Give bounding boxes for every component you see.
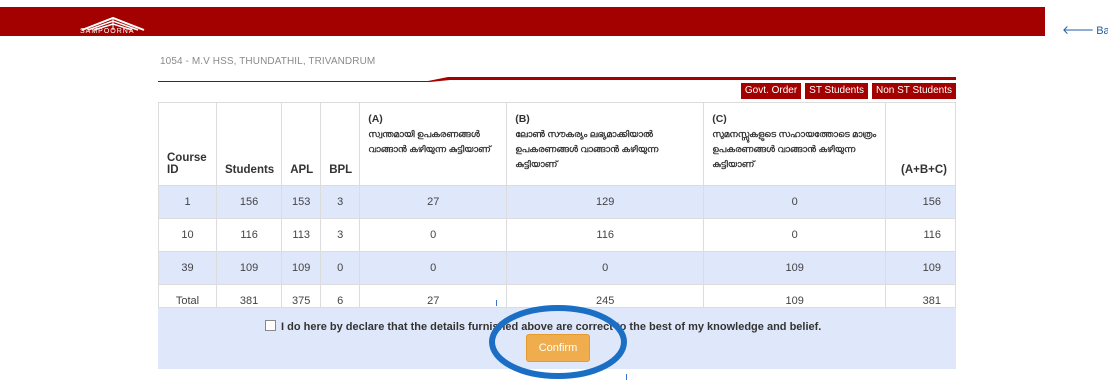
declaration-panel: I do here by declare that the details fu…: [158, 307, 956, 369]
cell-bpl: 0: [320, 251, 361, 285]
cell-students: 116: [215, 218, 283, 252]
cell-b: 129: [506, 185, 705, 219]
annotation-tick: [626, 374, 627, 380]
sampoorna-book-icon: [81, 16, 145, 31]
non-st-students-button[interactable]: Non ST Students: [872, 83, 956, 99]
cell-a: 27: [359, 185, 508, 219]
st-students-button[interactable]: ST Students: [805, 83, 869, 99]
col-apl: APL: [281, 102, 322, 186]
cell-c: 109: [703, 251, 887, 285]
school-name: 1054 - M.V HSS, THUNDATHIL, TRIVANDRUM: [160, 56, 376, 67]
cell-apl: 153: [281, 185, 322, 219]
declaration-checkbox[interactable]: [265, 320, 276, 331]
declaration-line: I do here by declare that the details fu…: [265, 320, 821, 333]
back-link[interactable]: 🡐Back: [1062, 22, 1108, 37]
cell-b: 0: [506, 251, 705, 285]
col-c: (C) സുമനസ്സുകളുടെ സഹായത്തോടെ മാത്രം ഉപകര…: [703, 102, 887, 186]
col-c-text: സുമനസ്സുകളുടെ സഹായത്തോടെ മാത്രം ഉപകരണങ്ങ…: [712, 129, 877, 169]
col-a: (A) സ്വന്തമായി ഉപകരണങ്ങൾ വാങ്ങാൻ കഴിയുന്…: [359, 102, 508, 186]
title-divider: [158, 77, 956, 82]
tab-buttons: Govt. Order ST Students Non ST Students: [740, 83, 956, 99]
back-label: Back: [1096, 25, 1108, 37]
cell-bpl: 3: [320, 185, 361, 219]
cell-students: 109: [215, 251, 283, 285]
col-b-text: ലോൺ സൗകര്യം ലഭ്യമാക്കിയാൽ ഉപകരണങ്ങൾ വാങ്…: [515, 129, 659, 169]
arrow-left-icon: 🡐: [1062, 23, 1095, 37]
confirm-button[interactable]: Confirm: [526, 334, 590, 362]
cell-abc: 156: [885, 185, 956, 219]
table-header-row: Course ID Students APL BPL (A) സ്വന്തമായ…: [158, 102, 956, 186]
col-c-head: (C): [712, 113, 727, 125]
cell-a: 0: [359, 251, 508, 285]
col-course-id: Course ID: [158, 102, 217, 186]
col-bpl: BPL: [320, 102, 361, 186]
table-row: 1 156 153 3 27 129 0 156: [158, 185, 956, 219]
cell-a: 0: [359, 218, 508, 252]
top-header-bar: SAMPOORNA: [0, 7, 1045, 36]
annotation-tick: [496, 300, 497, 306]
col-abc: (A+B+C): [885, 102, 956, 186]
cell-apl: 113: [281, 218, 322, 252]
table-row: 10 116 113 3 0 116 0 116: [158, 218, 956, 252]
declaration-text: I do here by declare that the details fu…: [281, 321, 822, 333]
col-a-text: സ്വന്തമായി ഉപകരണങ്ങൾ വാങ്ങാൻ കഴിയുന്ന കു…: [368, 129, 491, 154]
students-table: Course ID Students APL BPL (A) സ്വന്തമായ…: [158, 102, 956, 318]
cell-abc: 116: [885, 218, 956, 252]
cell-course-id: 10: [158, 218, 217, 252]
cell-course-id: 39: [158, 251, 217, 285]
cell-c: 0: [703, 185, 887, 219]
table-row: 39 109 109 0 0 0 109 109: [158, 251, 956, 285]
cell-bpl: 3: [320, 218, 361, 252]
col-students: Students: [215, 102, 283, 186]
col-b: (B) ലോൺ സൗകര്യം ലഭ്യമാക്കിയാൽ ഉപകരണങ്ങൾ …: [506, 102, 705, 186]
logo-text: SAMPOORNA: [80, 28, 135, 35]
cell-abc: 109: [885, 251, 956, 285]
cell-b: 116: [506, 218, 705, 252]
cell-course-id: 1: [158, 185, 217, 219]
col-b-head: (B): [515, 113, 530, 125]
cell-c: 0: [703, 218, 887, 252]
col-a-head: (A): [368, 113, 383, 125]
cell-students: 156: [215, 185, 283, 219]
govt-order-button[interactable]: Govt. Order: [740, 83, 802, 99]
cell-apl: 109: [281, 251, 322, 285]
